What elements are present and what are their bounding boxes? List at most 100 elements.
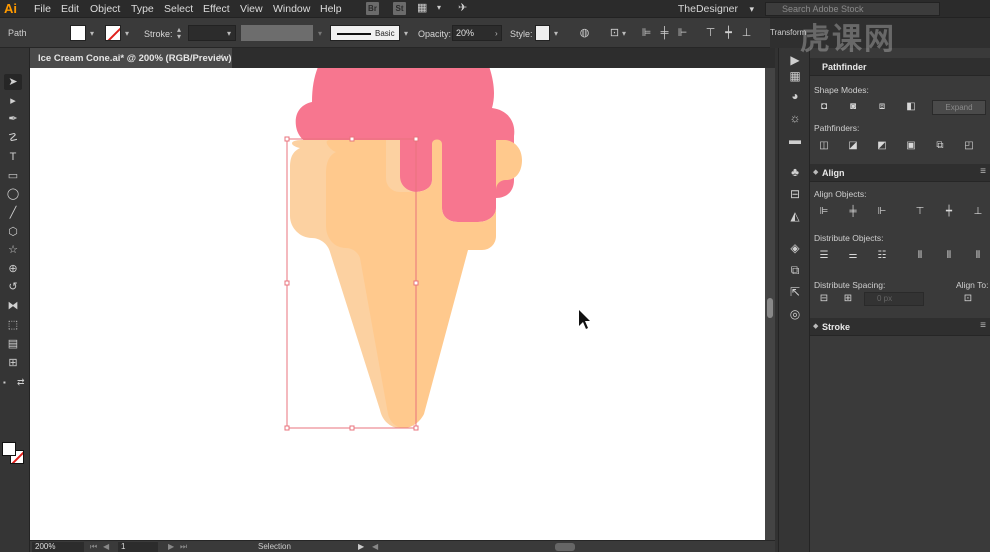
menu-select[interactable]: Select <box>164 0 193 18</box>
trim-icon[interactable]: ◪ <box>847 140 859 152</box>
free-transform-tool-icon[interactable]: ⬚ <box>4 317 22 333</box>
menu-window[interactable]: Window <box>273 0 310 18</box>
layers-icon[interactable]: ◈ <box>787 240 803 256</box>
scroll-left-icon[interactable]: ◀ <box>372 541 378 552</box>
star-tool-icon[interactable]: ☆ <box>4 242 22 258</box>
chevron-down-icon[interactable]: ▾ <box>90 29 94 38</box>
distribute-spacing-input[interactable]: 0 px <box>864 292 924 306</box>
graphic-styles-icon[interactable]: ◭ <box>787 208 803 224</box>
polygon-tool-icon[interactable]: ⬡ <box>4 224 22 240</box>
horizontal-align-right-icon[interactable]: ⊩ <box>876 206 888 218</box>
menu-view[interactable]: View <box>240 0 263 18</box>
horizontal-distribute-space-icon[interactable]: ⊞ <box>842 293 854 305</box>
selection-handle-top-right[interactable] <box>413 136 419 142</box>
rotate-tool-icon[interactable]: ↺ <box>4 279 22 295</box>
artboard-number-select[interactable]: 1 <box>118 542 158 552</box>
menu-effect[interactable]: Effect <box>203 0 230 18</box>
horizontal-scrollbar-thumb[interactable] <box>555 543 575 551</box>
pathfinder-panel-header[interactable]: Pathfinder <box>810 58 990 76</box>
selection-handle-middle-left[interactable] <box>284 280 290 286</box>
selection-handle-top-middle[interactable] <box>349 136 355 142</box>
line-tool-icon[interactable]: ╱ <box>4 205 22 221</box>
vertical-distribute-top-icon[interactable]: ☰ <box>818 250 830 262</box>
brush-definition-select[interactable]: Basic <box>330 25 400 41</box>
stroke-panel-header[interactable]: ◆ Stroke ≡ <box>810 318 990 336</box>
status-menu-icon[interactable]: ▶ <box>358 541 364 552</box>
artboard-tool-icon[interactable]: ⊞ <box>4 355 22 371</box>
collapse-icon[interactable]: ◆ <box>813 168 818 176</box>
chevron-down-icon[interactable]: ▾ <box>125 29 129 38</box>
gpu-performance-icon[interactable]: ✈ <box>458 1 467 14</box>
align-to-icon[interactable]: ⊡ <box>608 27 621 39</box>
intersect-icon[interactable]: ⧈ <box>876 101 888 113</box>
fill-color-box[interactable] <box>2 442 16 456</box>
selection-handle-top-left[interactable] <box>284 136 290 142</box>
horizontal-distribute-right-icon[interactable]: ⫴ <box>972 250 984 262</box>
stock-button[interactable]: St <box>393 2 406 15</box>
align-center-icon[interactable]: ╪ <box>658 27 671 39</box>
shape-builder-tool-icon[interactable]: ⊕ <box>4 261 22 277</box>
horizontal-align-center-icon[interactable]: ╪ <box>847 206 859 218</box>
stroke-color-swatch[interactable] <box>105 25 121 41</box>
selection-tool-icon[interactable]: ➤ <box>4 74 22 90</box>
export-icon[interactable]: ⇱ <box>787 284 803 300</box>
align-middle-icon[interactable]: ┿ <box>722 27 735 39</box>
symbols-icon[interactable]: ⊟ <box>787 186 803 202</box>
exclude-icon[interactable]: ◧ <box>905 101 917 113</box>
chevron-down-icon[interactable]: ▾ <box>437 3 441 12</box>
curvature-tool-icon[interactable]: ☡ <box>4 130 22 146</box>
last-artboard-icon[interactable]: ⏭ <box>180 541 187 552</box>
variable-width-profile[interactable] <box>241 25 313 41</box>
next-artboard-icon[interactable]: ▶ <box>168 541 174 552</box>
pen-tool-icon[interactable]: ✒ <box>4 111 22 127</box>
chevron-down-icon[interactable]: ▾ <box>318 29 322 38</box>
minus-back-icon[interactable]: ◰ <box>963 140 975 152</box>
arrange-documents-icon[interactable]: ▦ <box>417 1 427 14</box>
artboards-icon[interactable]: ⧉ <box>787 262 803 278</box>
collapse-icon[interactable]: ◆ <box>813 322 818 330</box>
selection-handle-bottom-right[interactable] <box>413 425 419 431</box>
stepper-icon[interactable]: ▴ ▾ <box>177 26 181 41</box>
previous-artboard-icon[interactable]: ◀ <box>103 541 109 552</box>
artboard[interactable] <box>30 68 765 540</box>
menu-type[interactable]: Type <box>131 0 154 18</box>
horizontal-distribute-center-icon[interactable]: ⦀ <box>943 250 955 262</box>
artwork-svg[interactable] <box>30 68 765 540</box>
selection-handle-bottom-middle[interactable] <box>349 425 355 431</box>
align-to-selection-icon[interactable]: ⊡ <box>962 293 974 305</box>
libraries-icon[interactable]: ◎ <box>787 306 803 322</box>
vertical-distribute-bottom-icon[interactable]: ☷ <box>876 250 888 262</box>
selection-handle-bottom-left[interactable] <box>284 425 290 431</box>
workspace-switcher[interactable]: TheDesigner <box>678 0 738 18</box>
stroke-label[interactable]: Stroke: <box>144 29 173 39</box>
align-bottom-icon[interactable]: ⊥ <box>740 27 753 39</box>
first-artboard-icon[interactable]: ⏮ <box>90 541 97 552</box>
horizontal-align-left-icon[interactable]: ⊫ <box>818 206 830 218</box>
recolor-artwork-icon[interactable]: ◍ <box>578 27 591 39</box>
horizontal-distribute-left-icon[interactable]: ⫴ <box>914 250 926 262</box>
gradient-icon[interactable]: ▬ <box>787 132 803 148</box>
align-top-icon[interactable]: ⊤ <box>704 27 717 39</box>
gradient-tool-icon[interactable]: ▤ <box>4 336 22 352</box>
vertical-distribute-center-icon[interactable]: ⚌ <box>847 250 859 262</box>
menu-edit[interactable]: Edit <box>61 0 79 18</box>
crop-icon[interactable]: ▣ <box>905 140 917 152</box>
minus-front-icon[interactable]: ◙ <box>847 101 859 113</box>
graphic-style-swatch[interactable] <box>535 25 550 41</box>
color-icon[interactable]: ◕ <box>787 88 803 104</box>
align-right-icon[interactable]: ⊩ <box>676 27 689 39</box>
chevron-down-icon[interactable]: ▾ <box>404 29 408 38</box>
chevron-down-icon[interactable]: ▾ <box>554 29 558 38</box>
zoom-level-select[interactable]: 200% <box>32 542 84 552</box>
vertical-align-center-icon[interactable]: ┿ <box>943 206 955 218</box>
align-left-icon[interactable]: ⊫ <box>640 27 653 39</box>
status-text[interactable]: Selection <box>258 542 291 552</box>
unite-icon[interactable]: ◘ <box>818 101 830 113</box>
chevron-right-icon[interactable]: › <box>495 29 498 38</box>
vertical-align-top-icon[interactable]: ⊤ <box>914 206 926 218</box>
expand-button[interactable]: Expand <box>932 100 986 115</box>
menu-help[interactable]: Help <box>320 0 342 18</box>
direct-selection-tool-icon[interactable]: ▸ <box>4 93 22 109</box>
align-panel-header[interactable]: ◆ Align ≡ <box>810 164 990 182</box>
appearance-icon[interactable]: ☼ <box>787 110 803 126</box>
